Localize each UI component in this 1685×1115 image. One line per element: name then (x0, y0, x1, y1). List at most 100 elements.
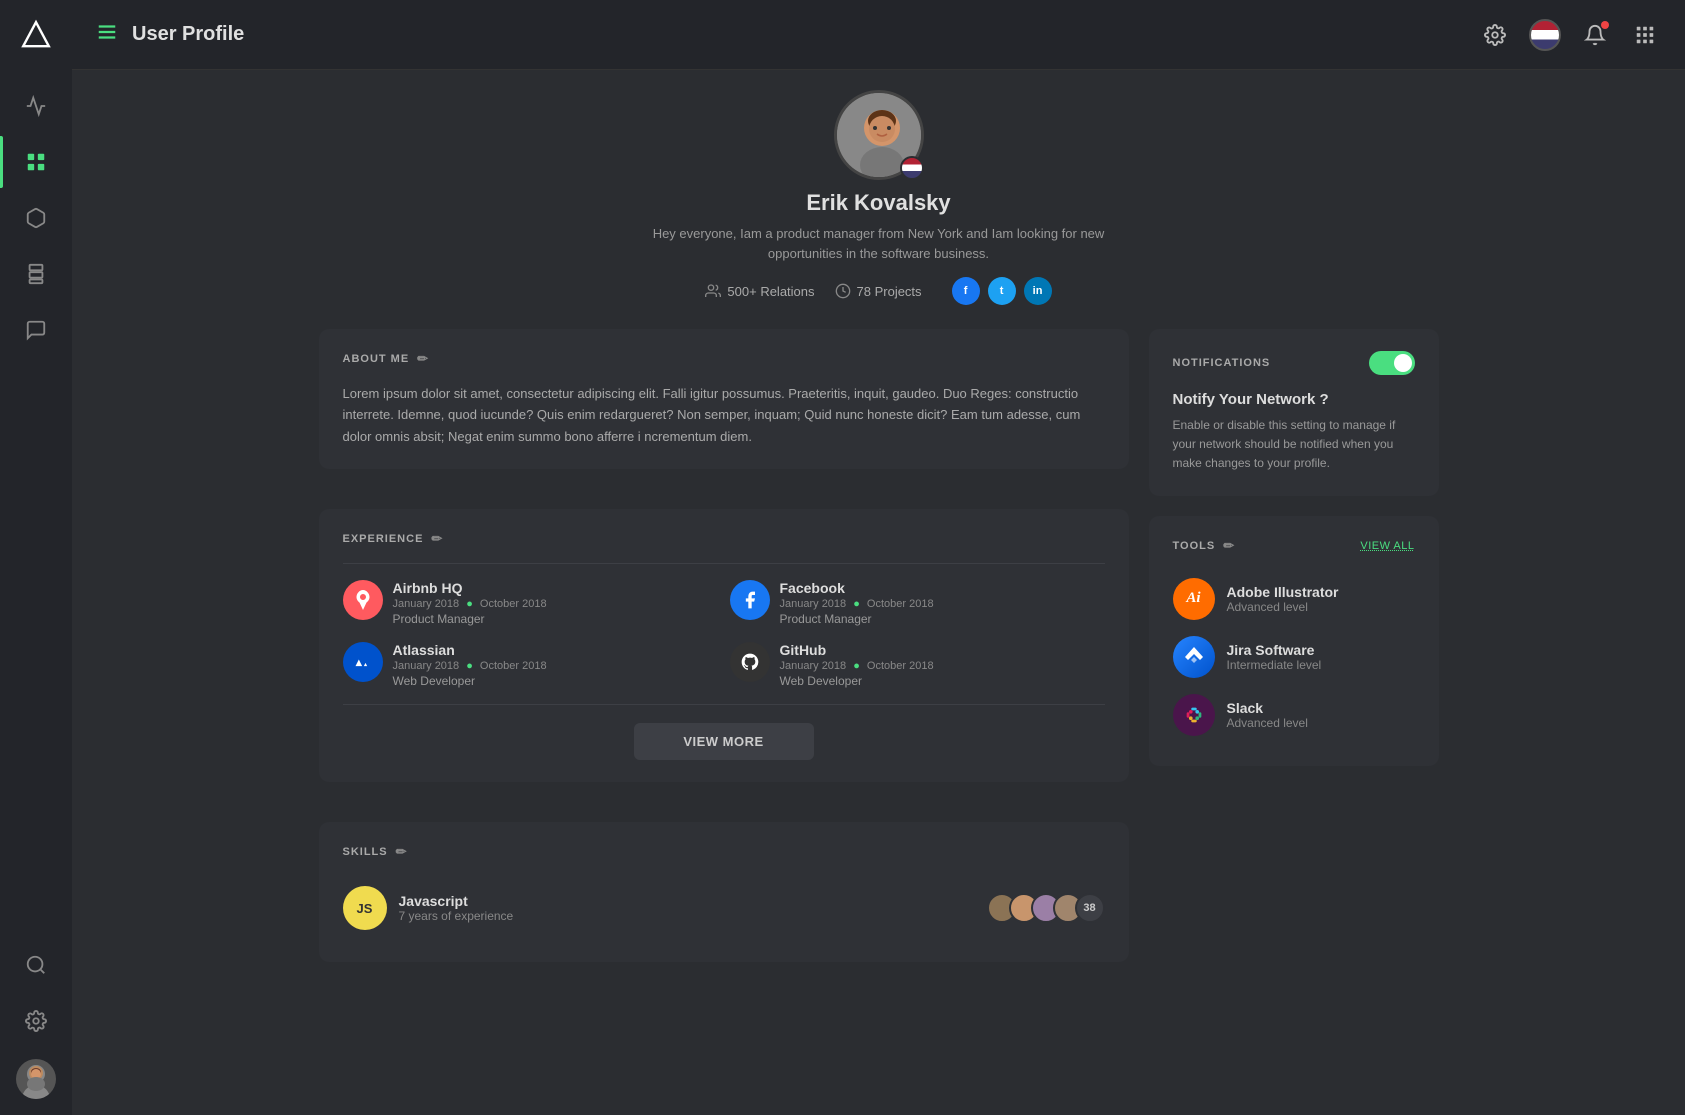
experience-card: EXPERIENCE ✏ Airbnb HQ January 2018 (319, 509, 1129, 782)
tool-name-slack: Slack (1227, 700, 1308, 716)
main-content: User Profile (72, 0, 1685, 1115)
github-logo (730, 642, 770, 682)
about-me-card: ABOUT ME ✏ Lorem ipsum dolor sit amet, c… (319, 329, 1129, 469)
skill-avatars: 38 (987, 893, 1105, 923)
divider (343, 563, 1105, 564)
cards-row: ABOUT ME ✏ Lorem ipsum dolor sit amet, c… (319, 329, 1439, 962)
tool-level-ai: Advanced level (1227, 600, 1339, 614)
airbnb-logo (343, 580, 383, 620)
view-more-button[interactable]: VIEW MORE (634, 723, 814, 760)
atlassian-dates: January 2018 ● October 2018 (393, 660, 547, 672)
header-actions (1479, 19, 1661, 51)
github-dates: January 2018 ● October 2018 (780, 660, 934, 672)
atlassian-company: Atlassian (393, 642, 547, 658)
slack-info: Slack Advanced level (1227, 700, 1308, 730)
tool-name-ai: Adobe Illustrator (1227, 584, 1339, 600)
tools-card: TOOLS ✏ VIEW ALL Ai Adobe Illustrator Ad… (1149, 516, 1439, 766)
menu-icon[interactable] (96, 21, 118, 48)
airbnb-company: Airbnb HQ (393, 580, 547, 596)
tool-name-jira: Jira Software (1227, 642, 1322, 658)
skill-javascript: JS Javascript 7 years of experience 38 (343, 876, 1105, 940)
exp-item-github: GitHub January 2018 ● October 2018 Web D… (730, 642, 1105, 688)
page-title: User Profile (132, 23, 1479, 46)
settings-icon[interactable] (1479, 19, 1511, 51)
sidebar-item-activity[interactable] (0, 80, 72, 132)
tool-jira: Jira Software Intermediate level (1173, 628, 1415, 686)
facebook-dates: January 2018 ● October 2018 (780, 598, 934, 610)
social-icons: f t in (952, 277, 1052, 305)
profile-hero: Erik Kovalsky Hey everyone, Iam a produc… (649, 90, 1109, 305)
logo[interactable] (0, 0, 72, 70)
about-edit-icon[interactable]: ✏ (417, 351, 429, 367)
facebook-logo (730, 580, 770, 620)
tool-level-slack: Advanced level (1227, 716, 1308, 730)
tool-level-jira: Intermediate level (1227, 658, 1322, 672)
notification-dot (1601, 21, 1609, 29)
notifications-header: NOTIFICATIONS (1173, 351, 1415, 375)
user-avatar-sidebar[interactable] (16, 1059, 56, 1099)
profile-name: Erik Kovalsky (806, 190, 950, 216)
airbnb-dates: January 2018 ● October 2018 (393, 598, 547, 610)
sidebar-item-dashboard[interactable] (0, 136, 72, 188)
sidebar-item-components[interactable] (0, 248, 72, 300)
exp-item-airbnb: Airbnb HQ January 2018 ● October 2018 Pr… (343, 580, 718, 626)
adobe-illustrator-logo: Ai (1173, 578, 1215, 620)
twitter-icon[interactable]: t (988, 277, 1016, 305)
github-info: GitHub January 2018 ● October 2018 Web D… (780, 642, 934, 688)
profile-country-flag (900, 156, 924, 180)
adobe-illustrator-info: Adobe Illustrator Advanced level (1227, 584, 1339, 614)
atlassian-info: Atlassian January 2018 ● October 2018 We… (393, 642, 547, 688)
notify-description: Enable or disable this setting to manage… (1173, 416, 1415, 474)
notifications-title: NOTIFICATIONS (1173, 357, 1271, 369)
notifications-toggle[interactable] (1369, 351, 1415, 375)
skill-count: 38 (1075, 893, 1105, 923)
profile-bio: Hey everyone, Iam a product manager from… (649, 224, 1109, 263)
sidebar-item-3d[interactable] (0, 192, 72, 244)
facebook-icon[interactable]: f (952, 277, 980, 305)
skills-card: SKILLS ✏ JS Javascript 7 years of experi… (319, 822, 1129, 962)
atlassian-role: Web Developer (393, 674, 547, 688)
avatar-wrapper (834, 90, 924, 180)
sidebar-item-search[interactable] (16, 939, 56, 991)
exp-item-atlassian: Atlassian January 2018 ● October 2018 We… (343, 642, 718, 688)
sidebar-item-messages[interactable] (0, 304, 72, 356)
atlassian-logo (343, 642, 383, 682)
about-text: Lorem ipsum dolor sit amet, consectetur … (343, 383, 1105, 447)
header: User Profile (72, 0, 1685, 70)
github-role: Web Developer (780, 674, 934, 688)
airbnb-role: Product Manager (393, 612, 547, 626)
content-area: Erik Kovalsky Hey everyone, Iam a produc… (72, 70, 1685, 1115)
grid-icon[interactable] (1629, 19, 1661, 51)
skill-experience: 7 years of experience (399, 909, 975, 923)
toggle-knob (1394, 354, 1412, 372)
sidebar-bottom (16, 939, 56, 1115)
sidebar-item-settings[interactable] (16, 995, 56, 1047)
tools-edit-icon[interactable]: ✏ (1223, 538, 1235, 554)
experience-grid: Airbnb HQ January 2018 ● October 2018 Pr… (343, 580, 1105, 688)
bell-icon[interactable] (1579, 19, 1611, 51)
skill-info: Javascript 7 years of experience (399, 893, 975, 923)
facebook-role: Product Manager (780, 612, 934, 626)
slack-logo (1173, 694, 1215, 736)
tool-slack: Slack Advanced level (1173, 686, 1415, 744)
facebook-company: Facebook (780, 580, 934, 596)
tools-title: TOOLS ✏ (1173, 538, 1236, 554)
view-all-link[interactable]: VIEW ALL (1360, 540, 1414, 552)
right-column: NOTIFICATIONS Notify Your Network ? Enab… (1149, 329, 1439, 766)
tools-header: TOOLS ✏ VIEW ALL (1173, 538, 1415, 554)
jira-info: Jira Software Intermediate level (1227, 642, 1322, 672)
linkedin-icon[interactable]: in (1024, 277, 1052, 305)
skills-edit-icon[interactable]: ✏ (396, 844, 408, 860)
facebook-info: Facebook January 2018 ● October 2018 Pro… (780, 580, 934, 626)
js-badge: JS (343, 886, 387, 930)
experience-edit-icon[interactable]: ✏ (431, 531, 443, 547)
skills-title: SKILLS ✏ (343, 844, 1105, 860)
sidebar-nav (0, 70, 72, 939)
flag-icon[interactable] (1529, 19, 1561, 51)
notify-network-title: Notify Your Network ? (1173, 391, 1415, 408)
github-company: GitHub (780, 642, 934, 658)
profile-stats: 500+ Relations 78 Projects f t in (705, 277, 1051, 305)
notifications-card: NOTIFICATIONS Notify Your Network ? Enab… (1149, 329, 1439, 496)
divider2 (343, 704, 1105, 705)
airbnb-info: Airbnb HQ January 2018 ● October 2018 Pr… (393, 580, 547, 626)
